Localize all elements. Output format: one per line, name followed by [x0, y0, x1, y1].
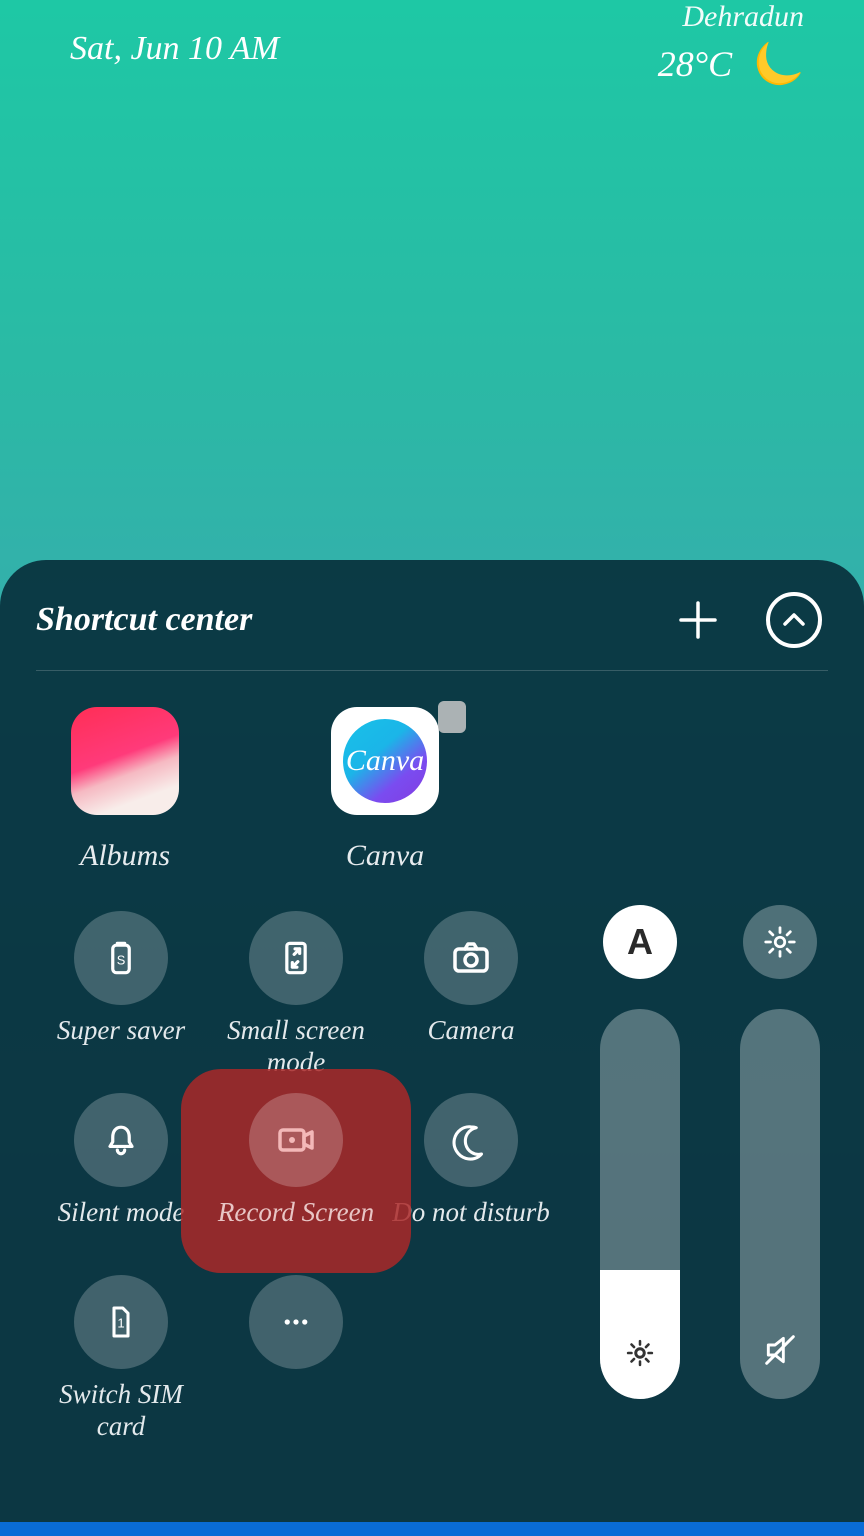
toggle-label: Switch SIM card [36, 1379, 206, 1445]
auto-brightness-button[interactable]: A [603, 905, 677, 979]
panel-title: Shortcut center [36, 601, 252, 639]
brightness-fill [600, 1270, 680, 1399]
volume-column [740, 905, 820, 1399]
mute-icon [760, 1330, 800, 1370]
albums-icon [71, 707, 179, 815]
moon-icon [450, 1119, 492, 1161]
sliders-column: A [556, 905, 828, 1451]
app-shortcut-canva[interactable]: Canva Canva [310, 707, 460, 873]
toggle-dnd[interactable]: Do not disturb [386, 1093, 556, 1263]
battery-saver-icon: S [99, 936, 143, 980]
date-label: Sat, Jun 10 AM [70, 30, 279, 68]
plus-icon [675, 597, 721, 643]
lock-icon [438, 701, 466, 733]
app-label: Albums [80, 839, 170, 873]
toggle-camera[interactable]: Camera [386, 911, 556, 1081]
auto-label: A [627, 921, 653, 963]
volume-slider[interactable] [740, 1009, 820, 1399]
expand-button[interactable] [766, 592, 822, 648]
gear-icon [761, 923, 799, 961]
temperature-label: 28°C [658, 43, 732, 85]
canva-icon: Canva [331, 707, 439, 815]
app-shortcuts-row: Albums Canva Canva [36, 671, 828, 887]
status-left: Sat, Jun 10 AM [70, 0, 279, 68]
svg-text:S: S [117, 952, 126, 967]
small-screen-icon [274, 936, 318, 980]
toggle-more[interactable] [211, 1275, 381, 1445]
bottom-bar [0, 1522, 864, 1536]
canva-logo: Canva [343, 719, 427, 803]
quick-toggles-grid: S Super saver Small screen mode Camera [36, 905, 556, 1451]
brightness-slider[interactable] [600, 1009, 680, 1399]
toggle-label: Record Screen [218, 1197, 374, 1263]
sim-icon: 1 [100, 1301, 142, 1343]
add-shortcut-button[interactable] [670, 592, 726, 648]
toggle-label: Super saver [57, 1015, 185, 1081]
toggle-label: Do not disturb [392, 1197, 550, 1263]
city-label: Dehradun [658, 0, 804, 34]
toggle-record-screen[interactable]: Record Screen [211, 1093, 381, 1263]
toggle-label: Silent mode [58, 1197, 185, 1263]
panel-header: Shortcut center [36, 592, 828, 671]
brightness-icon [623, 1336, 657, 1370]
more-icon [275, 1301, 317, 1343]
chevron-up-icon [780, 606, 808, 634]
shortcut-center-panel: Shortcut center Albums Canva Canva [0, 560, 864, 1522]
toggle-small-screen[interactable]: Small screen mode [211, 911, 381, 1081]
brightness-column: A [600, 905, 680, 1399]
toggle-super-saver[interactable]: S Super saver [36, 911, 206, 1081]
svg-text:1: 1 [117, 1315, 124, 1330]
moon-icon: 🌙 [754, 40, 804, 87]
toggle-switch-sim[interactable]: 1 Switch SIM card [36, 1275, 206, 1445]
toggle-label: Camera [428, 1015, 515, 1081]
app-shortcut-albums[interactable]: Albums [50, 707, 200, 873]
settings-button[interactable] [743, 905, 817, 979]
camera-icon [447, 934, 495, 982]
bell-icon [99, 1118, 143, 1162]
record-screen-icon [272, 1116, 320, 1164]
app-label: Canva [346, 839, 424, 873]
status-right: Dehradun 28°C 🌙 [658, 0, 804, 87]
